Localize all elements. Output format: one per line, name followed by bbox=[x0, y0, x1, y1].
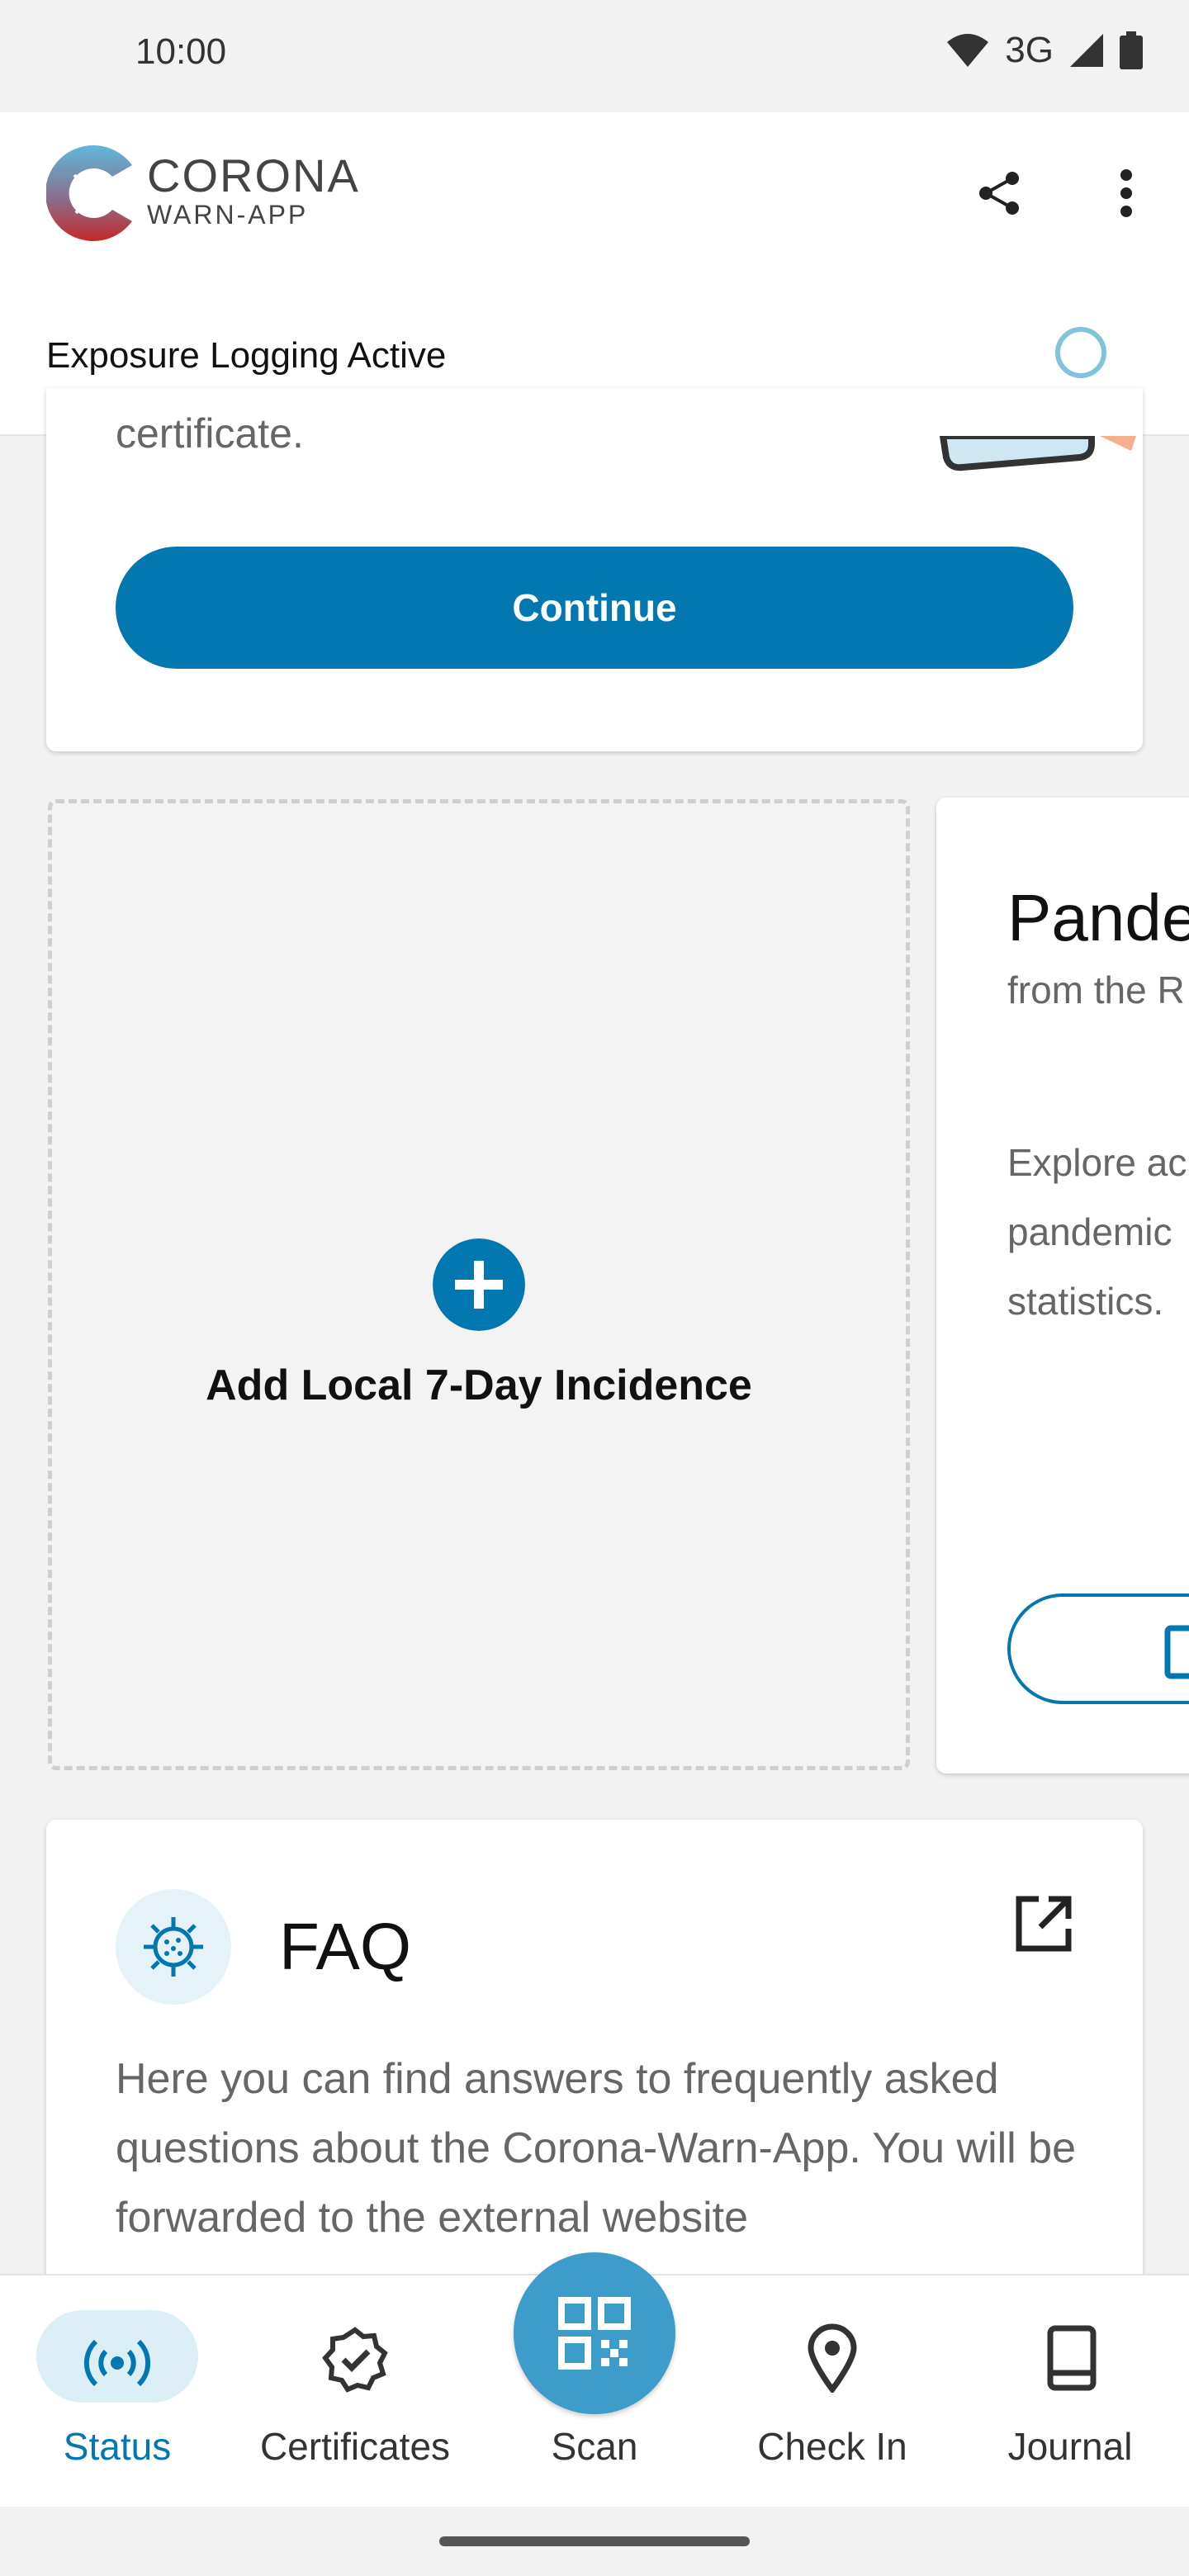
logo-text-warn-app: WARN-APP bbox=[147, 200, 309, 230]
corona-warn-app-logo bbox=[46, 145, 132, 241]
journal-book-icon bbox=[1047, 2325, 1097, 2391]
certificate-illustration bbox=[939, 436, 1136, 471]
pandemic-card-button[interactable] bbox=[1007, 1593, 1189, 1704]
pandemic-card-subtitle: from the R bbox=[1007, 968, 1185, 1011]
nav-label-scan: Scan bbox=[551, 2425, 638, 2468]
qr-code-icon bbox=[558, 2297, 631, 2370]
nav-item-check-in[interactable]: Check In bbox=[727, 2275, 938, 2508]
continue-button[interactable]: Continue bbox=[116, 547, 1073, 669]
status-icons: 3G bbox=[945, 30, 1143, 71]
nav-item-status[interactable]: Status bbox=[36, 2275, 198, 2508]
network-type: 3G bbox=[1005, 30, 1054, 70]
share-icon bbox=[979, 172, 1019, 215]
signal-icon bbox=[1070, 34, 1103, 67]
overflow-menu-button[interactable] bbox=[1093, 160, 1159, 226]
nav-label-journal: Journal bbox=[1007, 2425, 1133, 2468]
add-icon bbox=[433, 1238, 525, 1331]
verified-badge-icon bbox=[322, 2327, 388, 2393]
pandemic-statistics-card[interactable]: Pande from the R Explore ac pandemic sta… bbox=[936, 798, 1189, 1773]
home-gesture-handle[interactable] bbox=[439, 2536, 750, 2546]
faq-icon-bg bbox=[116, 1889, 231, 2005]
scan-button[interactable] bbox=[514, 2252, 675, 2414]
pandemic-body-line: Explore ac bbox=[1007, 1141, 1187, 1184]
exposure-logging-status[interactable]: Exposure Logging Active bbox=[46, 335, 446, 376]
faq-description: Here you can find answers to frequently … bbox=[116, 2055, 1077, 2242]
external-link-button[interactable] bbox=[1014, 1894, 1073, 1958]
certificate-card-text: certificate. bbox=[116, 410, 304, 457]
virus-icon bbox=[144, 1917, 203, 1977]
pandemic-card-title: Pande bbox=[1007, 881, 1189, 954]
more-vert-icon bbox=[1120, 169, 1132, 217]
add-local-incidence-label: Add Local 7-Day Incidence bbox=[206, 1361, 752, 1409]
pandemic-body-line: statistics. bbox=[1007, 1280, 1164, 1323]
exposure-progress-ring bbox=[1055, 327, 1106, 378]
pandemic-card-body: Explore ac pandemic statistics. bbox=[1007, 1128, 1189, 1336]
nav-label-status: Status bbox=[63, 2425, 172, 2468]
battery-icon bbox=[1120, 31, 1143, 69]
faq-title: FAQ bbox=[279, 1910, 412, 1983]
open-in-new-icon bbox=[1016, 1896, 1072, 1952]
broadcast-icon bbox=[83, 2339, 151, 2387]
nav-label-certificates: Certificates bbox=[259, 2425, 451, 2468]
share-button[interactable] bbox=[966, 160, 1032, 226]
nav-label-check-in: Check In bbox=[757, 2425, 907, 2468]
logo-text-corona: CORONA bbox=[147, 149, 360, 201]
edit-icon bbox=[1164, 1625, 1189, 1679]
status-bar: 10:00 3G bbox=[0, 0, 1189, 112]
location-pin-icon bbox=[808, 2323, 857, 2393]
status-time: 10:00 bbox=[135, 31, 227, 72]
nav-item-certificates[interactable]: Certificates bbox=[239, 2275, 471, 2508]
nav-item-journal[interactable]: Journal bbox=[988, 2275, 1153, 2508]
wifi-icon bbox=[947, 34, 989, 67]
pandemic-body-line: pandemic bbox=[1007, 1210, 1172, 1253]
